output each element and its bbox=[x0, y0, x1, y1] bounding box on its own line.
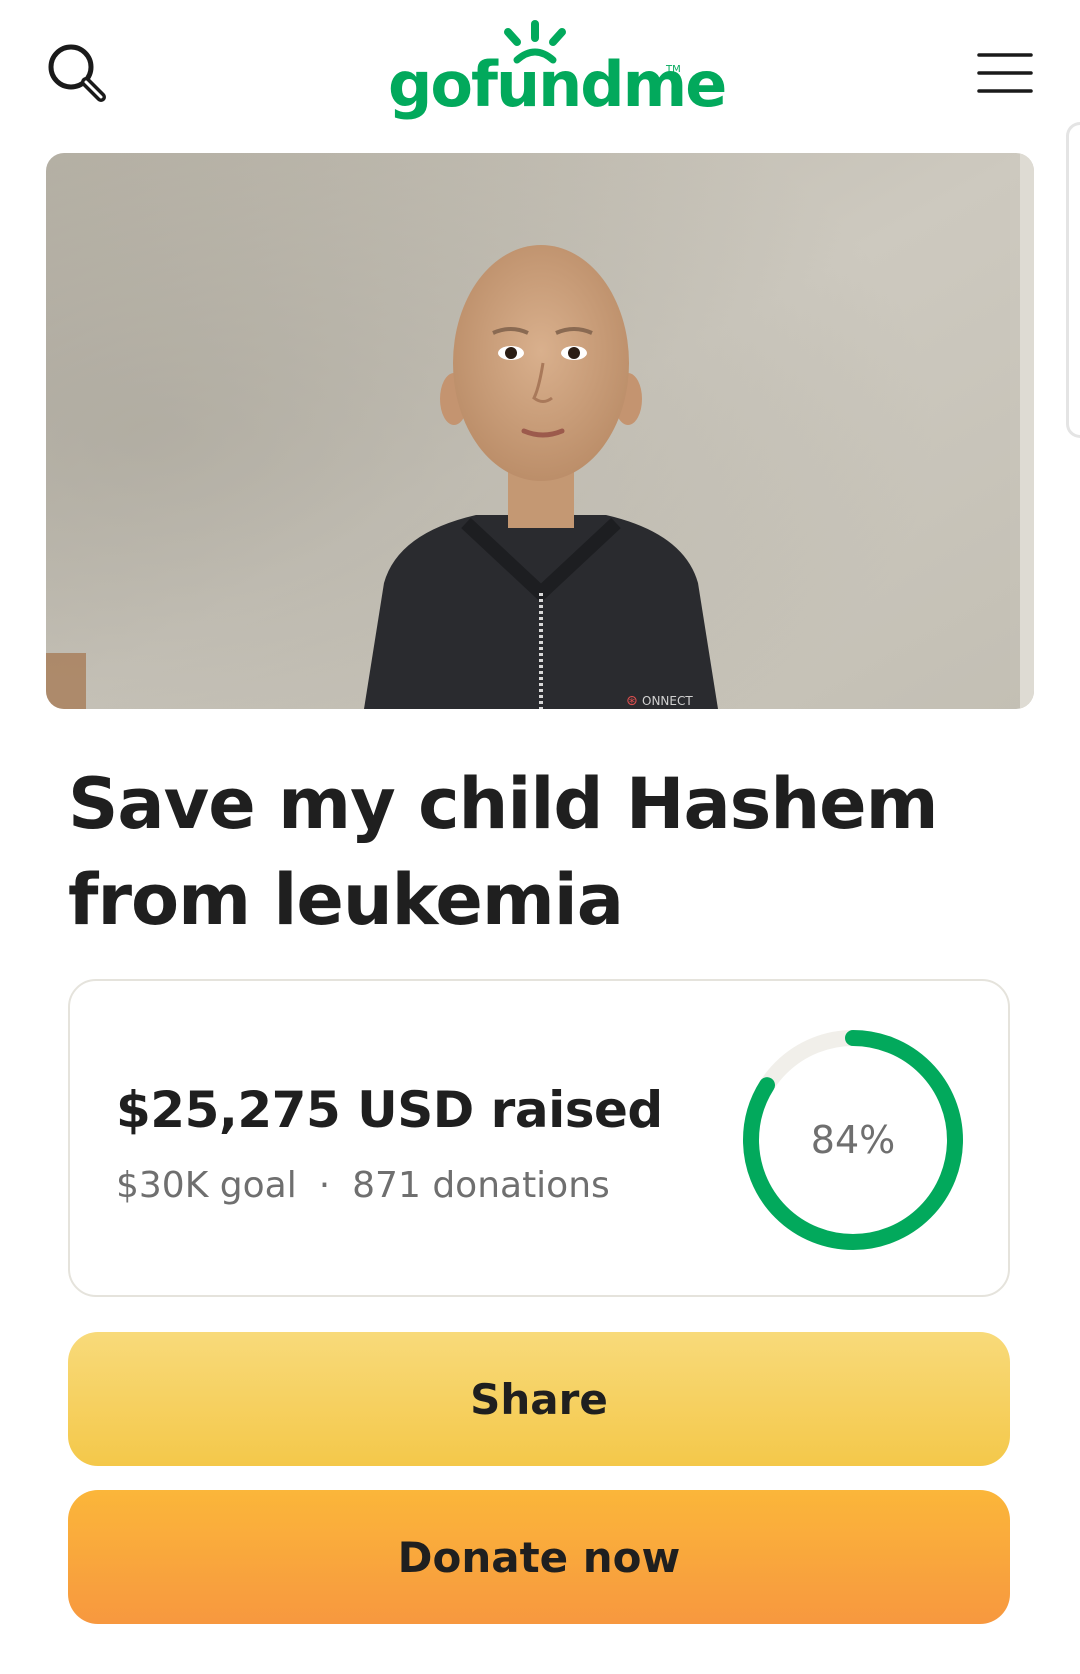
donation-count: 871 donations bbox=[352, 1165, 610, 1206]
side-panel-edge bbox=[1066, 122, 1080, 438]
search-button[interactable] bbox=[42, 38, 112, 108]
separator-dot: · bbox=[318, 1165, 331, 1206]
donate-now-button[interactable]: Donate now bbox=[68, 1490, 1010, 1624]
svg-text:⊛: ⊛ bbox=[626, 693, 638, 709]
menu-button[interactable] bbox=[970, 38, 1040, 108]
search-icon bbox=[48, 44, 106, 102]
svg-text:ONNECT: ONNECT bbox=[642, 694, 693, 708]
campaign-photo[interactable]: ⊛ ONNECT bbox=[46, 153, 1034, 709]
amount-raised: $25,275 USD raised bbox=[116, 1081, 663, 1139]
goal-amount: $30K goal bbox=[116, 1165, 297, 1206]
top-nav: gofundme TM bbox=[0, 0, 1080, 150]
trademark-mark: TM bbox=[666, 64, 681, 75]
campaign-title: Save my child Hashem from leukemia bbox=[68, 763, 939, 941]
progress-ring: 84% bbox=[738, 1025, 968, 1255]
hamburger-menu-icon bbox=[977, 53, 1033, 93]
gofundme-logo[interactable]: gofundme TM bbox=[370, 18, 727, 128]
progress-card: $25,275 USD raised $30K goal · 871 donatio… bbox=[68, 979, 1010, 1297]
progress-percent: 84% bbox=[810, 1118, 896, 1162]
share-button[interactable]: Share bbox=[68, 1332, 1010, 1466]
goal-and-donations: $30K goal · 871 donations bbox=[116, 1165, 610, 1206]
